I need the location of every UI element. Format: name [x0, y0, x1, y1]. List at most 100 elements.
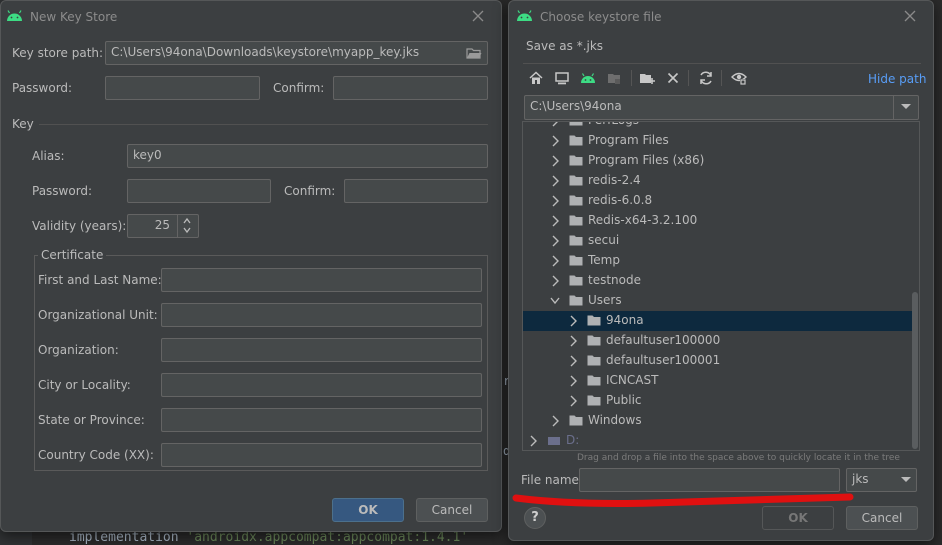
folder-icon — [569, 122, 583, 126]
chevron-down-icon[interactable] — [900, 476, 912, 484]
tree-item[interactable]: redis-2.4 — [523, 171, 913, 191]
delete-icon[interactable] — [665, 70, 681, 86]
help-button[interactable]: ? — [524, 507, 546, 529]
toolbar-separator — [721, 70, 722, 86]
key-store-path-field[interactable]: C:\Users\94ona\Downloads\keystore\myapp_… — [105, 41, 488, 65]
tree-item[interactable]: ICNCAST — [523, 371, 913, 391]
close-button[interactable] — [469, 7, 487, 25]
tree-scrollbar[interactable] — [912, 292, 918, 449]
tree-item[interactable]: Windows — [523, 411, 913, 431]
confirm-password-field[interactable] — [333, 76, 488, 100]
alias-value: key0 — [133, 148, 162, 162]
folder-icon — [569, 255, 583, 266]
tree-item[interactable]: redis-6.0.8 — [523, 191, 913, 211]
refresh-icon[interactable] — [698, 70, 714, 86]
tree-item-label: 94ona — [606, 313, 644, 327]
tree-item[interactable]: defaultuser100001 — [523, 351, 913, 371]
key-store-path-label: Key store path: — [12, 46, 104, 60]
path-combo[interactable]: C:\Users\94ona — [524, 95, 919, 120]
city-field[interactable] — [161, 373, 482, 397]
cancel-button[interactable]: Cancel — [416, 498, 488, 522]
chevron-right-icon[interactable] — [550, 195, 560, 207]
android-project-icon[interactable] — [580, 70, 596, 86]
key-store-path-value: C:\Users\94ona\Downloads\keystore\myapp_… — [111, 45, 420, 59]
file-name-input[interactable] — [579, 468, 840, 492]
code-line: implementation 'androidx.appcompat:appco… — [69, 530, 468, 545]
chevron-right-icon[interactable] — [528, 435, 538, 447]
title-bar: Choose keystore file — [509, 1, 933, 33]
toolbar-separator — [631, 70, 632, 86]
chevron-right-icon[interactable] — [550, 255, 560, 267]
tree-item-label: Users — [588, 293, 622, 307]
tree-item-label: Public — [606, 393, 642, 407]
desktop-icon[interactable] — [554, 70, 570, 86]
chevron-right-icon[interactable] — [550, 275, 560, 287]
key-password-field[interactable] — [127, 179, 271, 203]
tree-item-label: Windows — [588, 413, 642, 427]
tree-item[interactable]: PerfLogs — [523, 121, 913, 131]
ok-button[interactable]: OK — [762, 506, 834, 530]
chevron-right-icon[interactable] — [550, 155, 560, 167]
tree-item[interactable]: Users — [523, 291, 913, 311]
state-label: State or Province: — [38, 413, 145, 427]
show-hidden-icon[interactable] — [731, 70, 747, 86]
close-icon — [472, 10, 484, 22]
file-tree[interactable]: PerfLogs Program Files Program Files (x86)… — [522, 121, 920, 451]
chevron-down-icon[interactable] — [550, 295, 560, 307]
alias-field[interactable]: key0 — [127, 144, 488, 168]
spinner-up-icon[interactable] — [182, 217, 192, 225]
tree-item[interactable]: Temp — [523, 251, 913, 271]
tree-item[interactable]: D: — [523, 431, 913, 450]
tree-item[interactable]: Program Files — [523, 131, 913, 151]
country-code-label: Country Code (XX): — [38, 448, 154, 462]
tree-item[interactable]: Program Files (x86) — [523, 151, 913, 171]
header-separator — [523, 63, 921, 64]
chevron-right-icon[interactable] — [568, 375, 578, 387]
drag-drop-hint: Drag and drop a file into the space abov… — [577, 453, 900, 463]
chevron-right-icon[interactable] — [568, 355, 578, 367]
chevron-down-icon[interactable] — [900, 103, 912, 111]
chevron-right-icon[interactable] — [550, 235, 560, 247]
tree-item[interactable]: 94ona — [523, 311, 913, 331]
tree-item[interactable]: secui — [523, 231, 913, 251]
chevron-right-icon[interactable] — [550, 121, 560, 127]
org-unit-field[interactable] — [161, 303, 482, 327]
chevron-right-icon[interactable] — [550, 135, 560, 147]
chevron-right-icon[interactable] — [568, 315, 578, 327]
folder-icon — [569, 175, 583, 186]
spinner-down-icon[interactable] — [182, 226, 192, 234]
chevron-right-icon[interactable] — [550, 215, 560, 227]
module-icon[interactable] — [606, 70, 622, 86]
tree-item[interactable]: Redis-x64-3.2.100 — [523, 211, 913, 231]
chevron-right-icon[interactable] — [568, 335, 578, 347]
ok-button[interactable]: OK — [332, 498, 404, 522]
chevron-right-icon[interactable] — [568, 395, 578, 407]
certificate-title: Certificate — [38, 248, 107, 262]
state-field[interactable] — [161, 408, 482, 432]
key-separator — [39, 124, 488, 125]
organization-field[interactable] — [161, 338, 482, 362]
first-last-name-field[interactable] — [161, 268, 482, 292]
tree-item[interactable]: Public — [523, 391, 913, 411]
close-button[interactable] — [901, 7, 919, 25]
chevron-right-icon[interactable] — [550, 415, 560, 427]
key-confirm-field[interactable] — [344, 179, 488, 203]
code-keyword: implementation — [69, 530, 187, 545]
password-field[interactable] — [105, 76, 260, 100]
tree-item-label: Program Files — [588, 133, 669, 147]
hide-path-link[interactable]: Hide path — [868, 72, 926, 86]
country-code-field[interactable] — [161, 443, 482, 467]
tree-item-label: Program Files (x86) — [588, 153, 705, 167]
cancel-button[interactable]: Cancel — [846, 506, 918, 530]
tree-item[interactable]: testnode — [523, 271, 913, 291]
chevron-right-icon[interactable] — [550, 175, 560, 187]
organization-label: Organization: — [38, 343, 119, 357]
dialog-title: Choose keystore file — [540, 10, 662, 24]
android-icon — [517, 10, 532, 21]
browse-folder-icon[interactable] — [466, 47, 482, 59]
new-folder-icon[interactable] — [639, 70, 655, 86]
home-icon[interactable] — [528, 70, 544, 86]
android-icon — [7, 10, 22, 21]
tree-item[interactable]: defaultuser100000 — [523, 331, 913, 351]
tree-item-label: testnode — [588, 273, 641, 287]
